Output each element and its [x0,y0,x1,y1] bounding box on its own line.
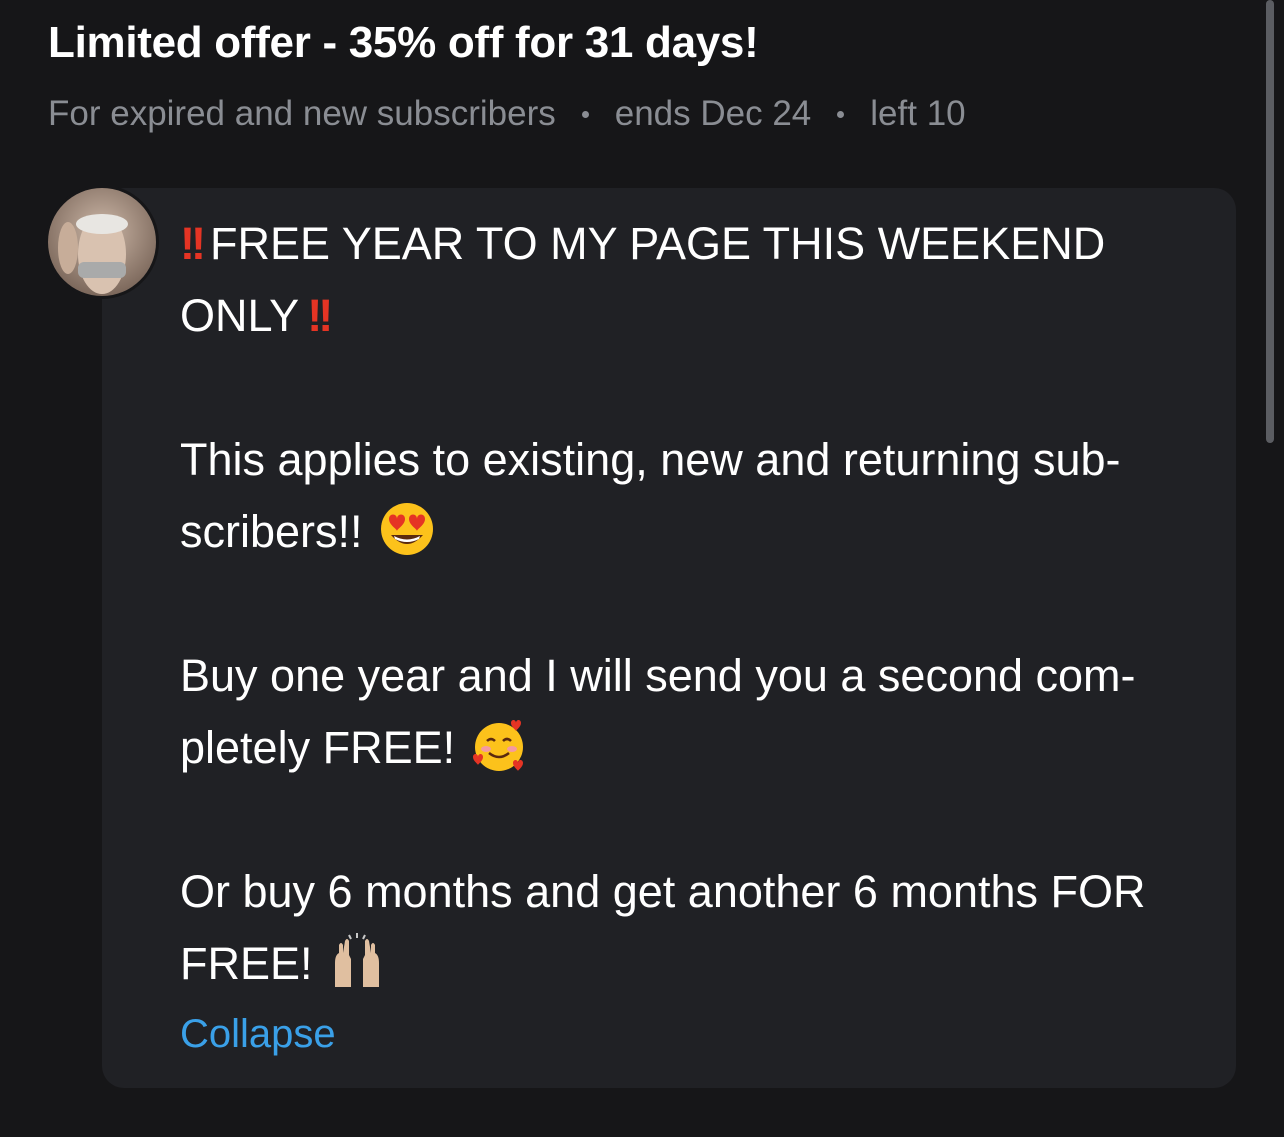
double-exclamation-icon: !! [180,218,206,269]
offer-remaining: left 10 [870,94,966,133]
raising-hands-emoji-icon [334,933,379,988]
paragraph-1-text: This applies to existing, new and return… [180,434,1121,557]
post-headline: !! FREE YEAR TO MY PAGE THIS WEEKEND ONLY… [180,208,1210,352]
offer-end-date: ends Dec 24 [614,94,812,133]
post-paragraph-1: This applies to existing, new and return… [180,424,1210,568]
offer-audience: For expired and new subscribers [48,94,556,133]
scrollbar[interactable] [1266,0,1274,443]
avatar-photo-icon [48,188,156,296]
separator-dot-icon [837,110,845,118]
avatar[interactable] [48,188,156,296]
separator-dot-icon [581,110,589,118]
offer-meta: For expired and new subscribers ends Dec… [48,94,966,134]
offer-page: Limited offer - 35% off for 31 days! For… [0,0,1284,1137]
heart-eyes-emoji-icon [380,503,433,556]
double-exclamation-icon: !! [307,290,333,341]
smiling-face-with-hearts-emoji-icon [473,720,524,772]
paragraph-3-text: Or buy 6 months and get another 6 months… [180,866,1146,989]
message-text: !! FREE YEAR TO MY PAGE THIS WEEKEND ONLY… [180,208,1210,1000]
paragraph-2-text: Buy one year and I will send you a secon… [180,650,1136,773]
collapse-button[interactable]: Collapse [180,1012,336,1057]
offer-title: Limited offer - 35% off for 31 days! [48,18,759,67]
post-paragraph-3: Or buy 6 months and get another 6 months… [180,856,1210,1000]
post-paragraph-2: Buy one year and I will send you a secon… [180,640,1210,784]
